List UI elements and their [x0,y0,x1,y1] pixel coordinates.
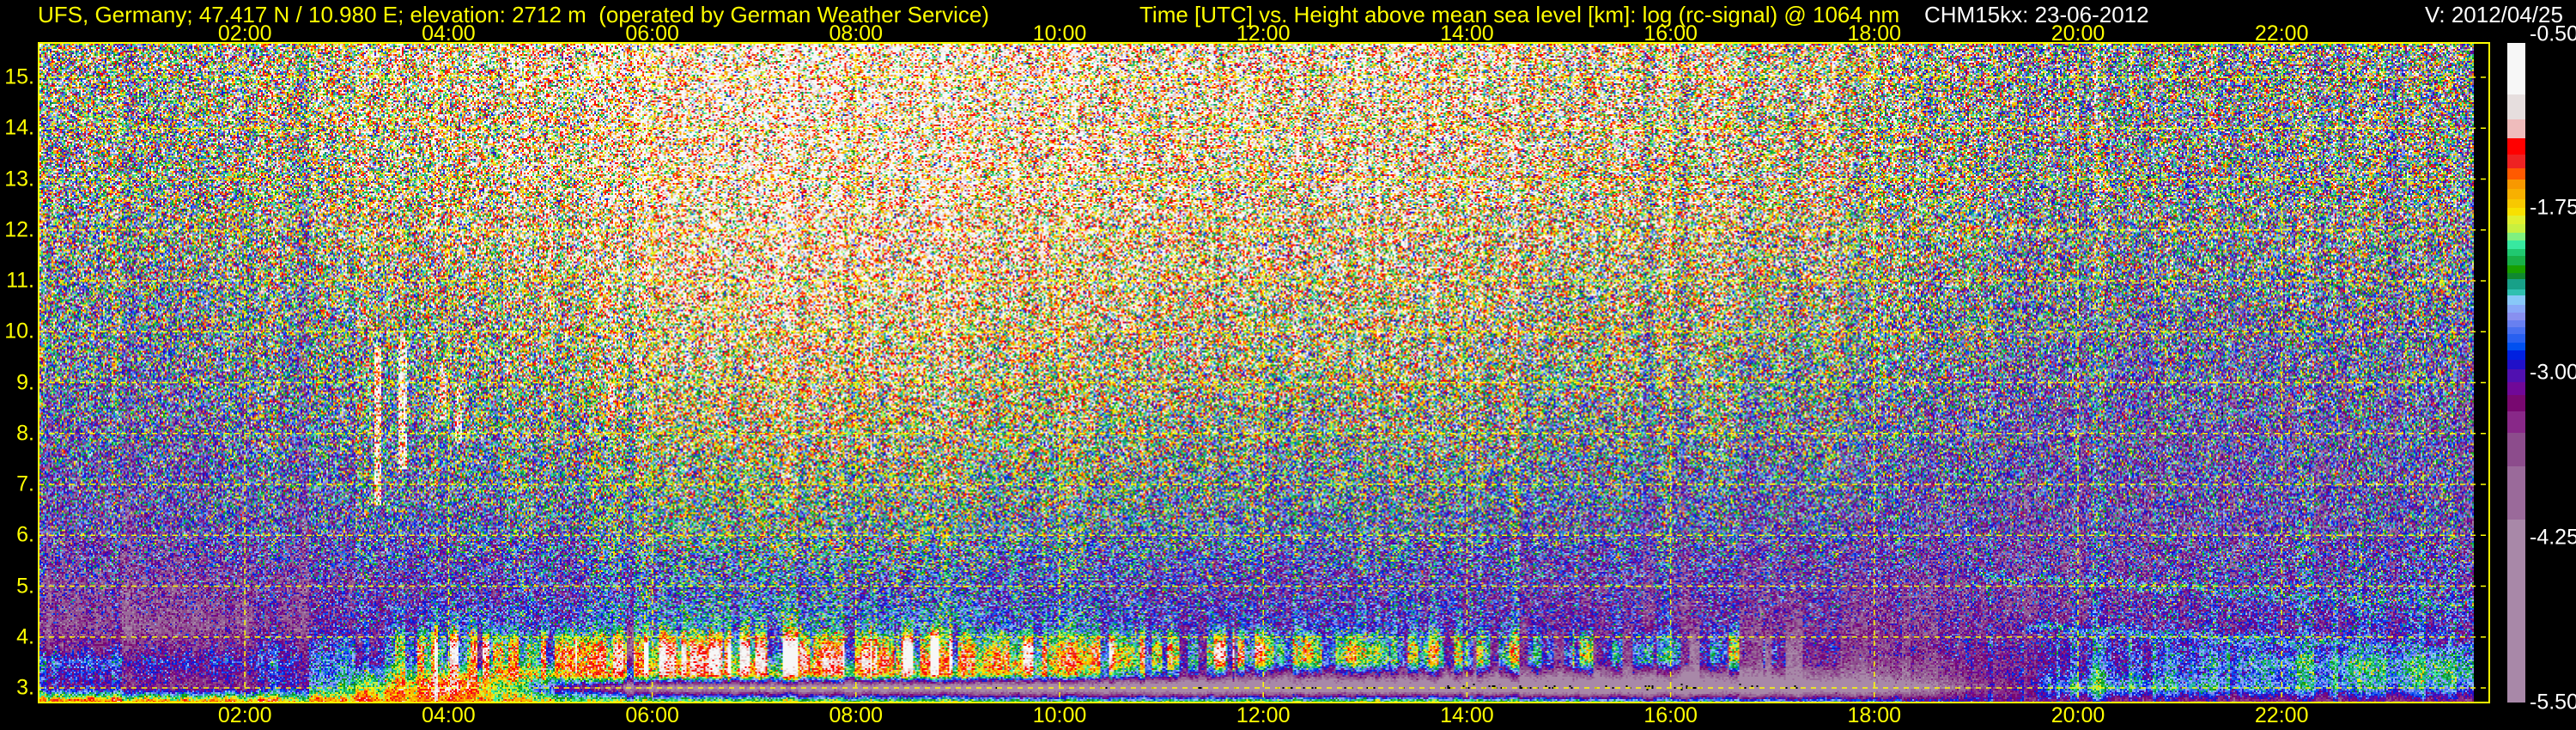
colorbar-segment [2507,189,2525,200]
colorbar-segment [2507,240,2525,250]
x-tick-label-top: 14:00 [1440,21,1494,46]
x-tick-label-top: 16:00 [1643,21,1698,46]
x-tick-label-bottom: 14:00 [1440,703,1494,727]
x-tick-label-top: 12:00 [1236,21,1291,46]
y-tick-label: 6. [16,522,34,547]
y-tick-label: 7. [16,471,34,496]
y-tick-label: 11. [6,268,34,293]
colorbar-tick-label: -3.00 [2530,360,2576,385]
x-tick-label-bottom: 06:00 [625,703,679,727]
x-tick-label-top: 06:00 [625,21,679,46]
colorbar-segment [2507,198,2525,209]
colorbar-segment [2507,255,2525,265]
x-tick-label-bottom: 12:00 [1236,703,1291,727]
y-tick-label: 12. [4,217,34,242]
colorbar-segment [2507,342,2525,351]
y-tick-label: 10. [4,319,34,344]
colorbar [2507,43,2525,703]
x-tick-label-bottom: 22:00 [2254,703,2309,727]
colorbar-segment [2507,43,2525,95]
x-tick-label-top: 20:00 [2050,21,2105,46]
x-tick-label-top: 08:00 [829,21,884,46]
y-tick-label: 9. [16,370,34,394]
colorbar-tick-label: -1.75 [2530,195,2576,220]
y-tick-label: 4. [16,624,34,649]
x-tick-label-top: 18:00 [1847,21,1902,46]
colorbar-segment [2507,119,2525,139]
x-tick-label-bottom: 10:00 [1032,703,1087,727]
colorbar-segment [2507,411,2525,434]
colorbar-segment [2507,138,2525,155]
colorbar-tick-label: -5.50 [2530,690,2576,715]
x-tick-label-bottom: 18:00 [1847,703,1902,727]
x-tick-label-top: 10:00 [1032,21,1087,46]
y-tick-label: 14. [4,115,34,140]
x-tick-label-top: 22:00 [2254,21,2309,46]
colorbar-segment [2507,382,2525,396]
colorbar-segment [2507,94,2525,120]
colorbar-segment [2507,155,2525,169]
colorbar-tick-label: -4.25 [2530,525,2576,550]
x-tick-label-bottom: 02:00 [217,703,272,727]
y-tick-label: 8. [16,421,34,446]
colorbar-segment [2507,369,2525,383]
colorbar-segment [2507,279,2525,290]
colorbar-segment [2507,520,2525,703]
colorbar-tick-label: -0.50 [2530,21,2576,46]
colorbar-segment [2507,466,2525,520]
colorbar-segment [2507,350,2525,361]
colorbar-segment [2507,179,2525,190]
x-tick-label-top: 04:00 [422,21,476,46]
colorbar-segment [2507,295,2525,306]
colorbar-segment [2507,215,2525,225]
plot-grid-overlay [38,42,2490,703]
x-tick-label-bottom: 04:00 [422,703,476,727]
y-tick-label: 13. [4,167,34,191]
x-tick-label-bottom: 16:00 [1643,703,1698,727]
plot-border [38,42,2490,703]
colorbar-segment [2507,223,2525,234]
x-tick-label-top: 02:00 [217,21,272,46]
y-tick-label: 15. [4,64,34,89]
colorbar-segment [2507,433,2525,467]
y-tick-label: 5. [16,574,34,598]
y-tick-label: 3. [16,675,34,700]
colorbar-segment [2507,360,2525,370]
x-tick-label-bottom: 20:00 [2050,703,2105,727]
x-tick-label-bottom: 08:00 [829,703,884,727]
colorbar-segment [2507,394,2525,412]
colorbar-segment [2507,265,2525,274]
colorbar-segment [2507,167,2525,180]
